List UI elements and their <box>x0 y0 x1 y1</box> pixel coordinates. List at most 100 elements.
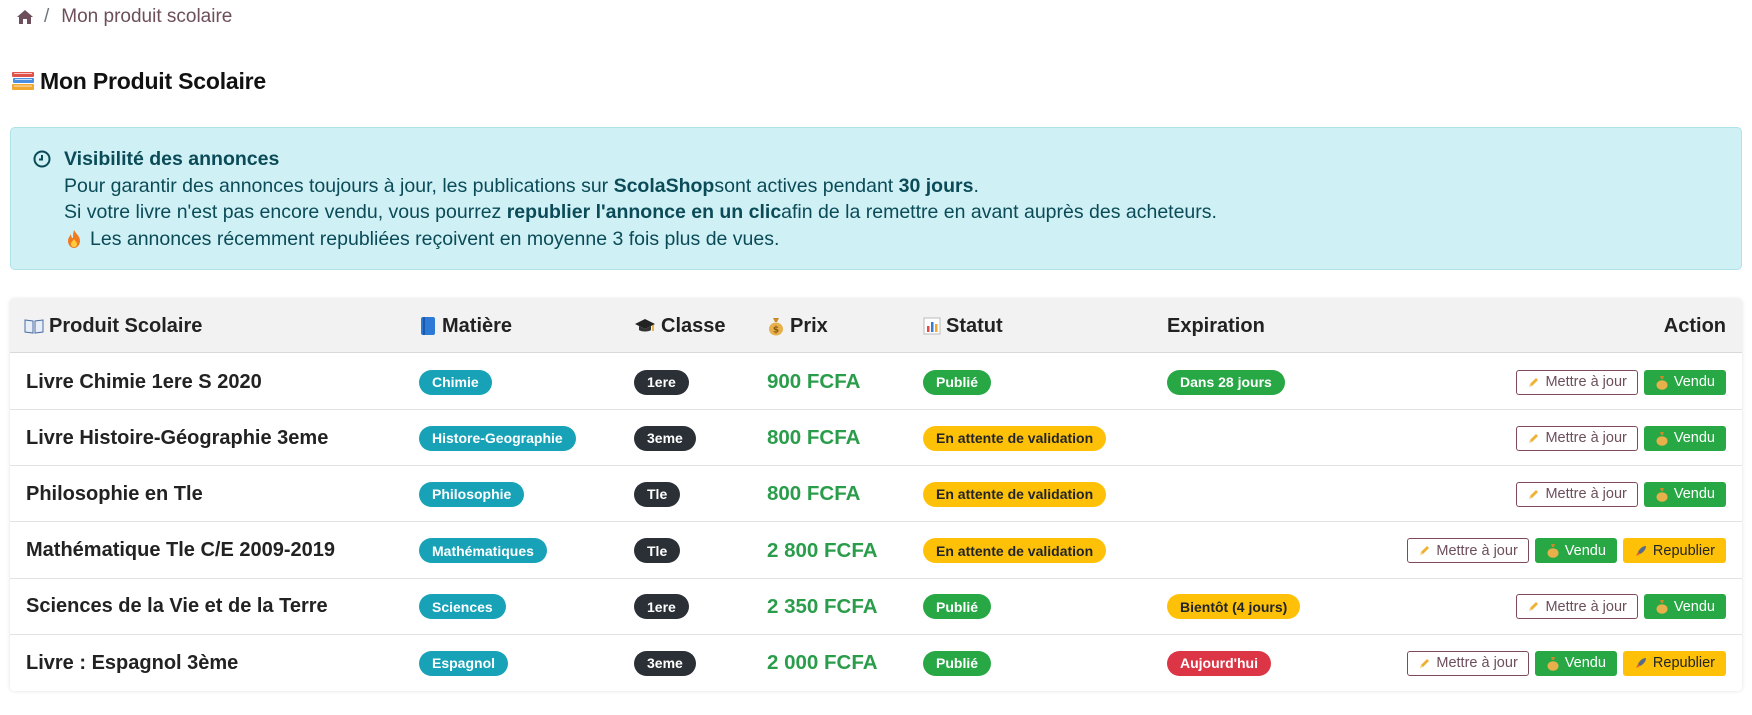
update-button[interactable]: Mettre à jour <box>1516 369 1638 395</box>
pencil-icon <box>1527 488 1540 501</box>
row-actions: Mettre à jour Vendu <box>1516 410 1726 466</box>
breadcrumb: / Mon produit scolaire <box>16 4 232 30</box>
money-bag-icon <box>1655 375 1669 390</box>
header-price[interactable]: $ Prix <box>767 299 828 353</box>
class-badge: 1ere <box>634 369 689 395</box>
pencil-icon <box>1418 657 1431 670</box>
money-bag-icon <box>1546 543 1560 558</box>
alert-line-3: Les annonces récemment republiées reçoiv… <box>64 226 779 252</box>
product-name[interactable]: Sciences de la Vie et de la Terre <box>26 579 328 635</box>
sold-button[interactable]: Vendu <box>1643 594 1726 620</box>
price: 2 350 FCFA <box>767 594 878 618</box>
update-button[interactable]: Mettre à jour <box>1407 650 1529 676</box>
class-badge: 3eme <box>634 650 696 676</box>
home-icon[interactable] <box>16 9 34 25</box>
table-row: Mathématique Tle C/E 2009-2019 Mathématiq… <box>10 523 1742 579</box>
table-row: Livre : Espagnol 3ème Espagnol 3eme 2 000 F… <box>10 635 1742 691</box>
alert-line-1: Pour garantir des annonces toujours à jo… <box>64 174 979 197</box>
money-bag-icon <box>1655 599 1669 615</box>
update-button[interactable]: Mettre à jour <box>1516 481 1638 507</box>
subject-badge: Mathématiques <box>419 538 547 564</box>
product-name[interactable]: Mathématique Tle C/E 2009-2019 <box>26 523 335 579</box>
pencil-icon <box>1527 600 1540 613</box>
products-table: Produit Scolaire Matière Classe $ Prix S… <box>10 299 1742 691</box>
expiration-badge: Dans 28 jours <box>1167 369 1285 395</box>
bar-chart-icon <box>923 317 941 335</box>
open-book-icon <box>24 318 44 334</box>
product-name[interactable]: Livre : Espagnol 3ème <box>26 635 238 691</box>
table-row: Livre Histoire-Géographie 3eme Histore-Ge… <box>10 410 1742 467</box>
republish-button[interactable]: Republier <box>1622 538 1726 564</box>
update-button[interactable]: Mettre à jour <box>1407 538 1529 564</box>
subject-badge: Histore-Geographie <box>419 425 576 451</box>
price: 2 000 FCFA <box>767 651 878 674</box>
visibility-alert: Visibilité des annonces Pour garantir de… <box>10 127 1742 270</box>
table-row: Livre Chimie 1ere S 2020 Chimie 1ere 900 FC… <box>10 354 1742 410</box>
alert-line-2: Si votre livre n'est pas encore vendu, v… <box>64 200 1217 223</box>
sold-button[interactable]: Vendu <box>1643 369 1726 395</box>
price: 900 FCFA <box>767 370 861 393</box>
expiration-badge: Aujourd'hui <box>1167 650 1271 676</box>
money-bag-icon: $ <box>767 316 785 336</box>
status-badge: Publié <box>923 650 992 676</box>
pencil-icon <box>1418 544 1431 557</box>
sold-button[interactable]: Vendu <box>1643 481 1726 507</box>
update-button[interactable]: Mettre à jour <box>1516 425 1638 451</box>
row-actions: Mettre à jour Vendu <box>1516 354 1726 410</box>
status-badge: Publié <box>923 594 992 620</box>
clock-icon <box>33 150 51 174</box>
graduation-cap-icon <box>634 317 656 335</box>
page-title: Mon Produit Scolaire <box>11 66 266 96</box>
sold-button[interactable]: Vendu <box>1643 425 1726 451</box>
price: 2 800 FCFA <box>767 538 878 562</box>
status-badge: En attente de validation <box>923 538 1107 564</box>
header-class[interactable]: Classe <box>634 299 726 353</box>
breadcrumb-current: Mon produit scolaire <box>61 6 233 27</box>
svg-text:$: $ <box>773 326 779 336</box>
money-bag-icon <box>1655 431 1669 446</box>
table-row: Sciences de la Vie et de la Terre Science… <box>10 579 1742 635</box>
class-badge: 1ere <box>634 594 689 620</box>
subject-badge: Espagnol <box>419 650 509 676</box>
class-badge: Tle <box>634 481 681 507</box>
books-icon <box>11 70 35 92</box>
breadcrumb-separator: / <box>44 6 50 27</box>
fire-icon <box>64 229 84 249</box>
pencil-icon <box>1527 432 1540 445</box>
header-product[interactable]: Produit Scolaire <box>24 299 202 353</box>
header-status[interactable]: Statut <box>923 299 1003 353</box>
class-badge: 3eme <box>634 425 696 451</box>
republish-button[interactable]: Republier <box>1622 650 1726 676</box>
money-bag-icon <box>1546 656 1560 671</box>
status-badge: Publié <box>923 369 992 395</box>
subject-badge: Philosophie <box>419 481 525 507</box>
pencil-icon <box>1527 376 1540 389</box>
subject-badge: Sciences <box>419 594 506 620</box>
product-name[interactable]: Philosophie en Tle <box>26 466 203 522</box>
row-actions: Mettre à jour Vendu <box>1516 466 1726 522</box>
subject-badge: Chimie <box>419 369 492 395</box>
status-badge: En attente de validation <box>923 481 1107 507</box>
table-row: Philosophie en Tle Philosophie Tle 800 FCFA… <box>10 466 1742 523</box>
header-expiration[interactable]: Expiration <box>1167 299 1265 353</box>
price: 800 FCFA <box>767 482 861 506</box>
rocket-icon <box>1634 656 1648 670</box>
header-action: Action <box>1663 314 1726 337</box>
row-actions: Mettre à jour Vendu Republier <box>1407 523 1726 579</box>
product-name[interactable]: Livre Histoire-Géographie 3eme <box>26 410 328 466</box>
update-button[interactable]: Mettre à jour <box>1516 594 1638 620</box>
row-actions: Mettre à jour Vendu Republier <box>1407 635 1726 691</box>
product-name[interactable]: Livre Chimie 1ere S 2020 <box>26 354 262 410</box>
sold-button[interactable]: Vendu <box>1534 650 1617 676</box>
blue-book-icon <box>419 316 437 336</box>
row-actions: Mettre à jour Vendu <box>1516 579 1726 635</box>
status-badge: En attente de validation <box>923 425 1107 451</box>
money-bag-icon <box>1655 487 1669 502</box>
class-badge: Tle <box>634 538 681 564</box>
table-header: Produit Scolaire Matière Classe $ Prix S… <box>10 299 1742 353</box>
page-title-text: Mon Produit Scolaire <box>40 67 267 94</box>
alert-title: Visibilité des annonces <box>64 147 280 170</box>
sold-button[interactable]: Vendu <box>1534 538 1617 564</box>
expiration-badge: Bientôt (4 jours) <box>1167 594 1301 620</box>
header-subject[interactable]: Matière <box>419 299 512 353</box>
